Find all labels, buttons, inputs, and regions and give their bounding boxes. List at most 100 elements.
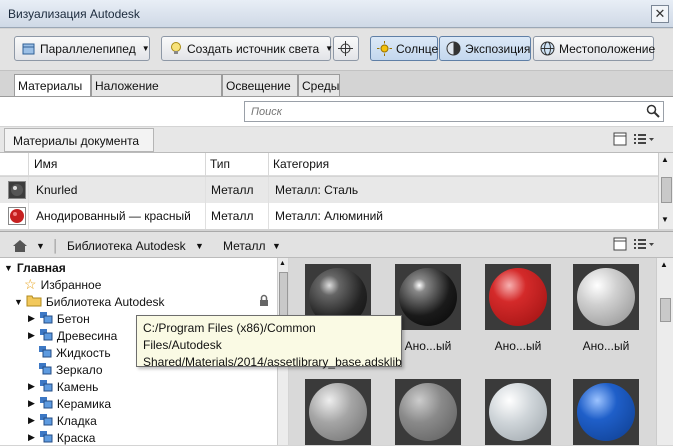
tab-lighting[interactable]: Освещение [222,74,298,97]
tree-item-label: Зеркало [56,362,103,377]
material-thumbnail[interactable] [573,264,639,330]
collapsed-arrow-icon[interactable]: ▶ [28,330,35,341]
breadcrumb-metal[interactable]: Металл [223,236,265,255]
search-input[interactable] [249,102,643,122]
tree-item-paint[interactable]: ▶ Краска [28,429,95,446]
category-icon [39,396,53,412]
scroll-up-icon[interactable]: ▲ [661,155,669,164]
scroll-thumb[interactable] [661,177,672,203]
tree-item-stone[interactable]: ▶ Камень [28,378,98,395]
collapsed-arrow-icon[interactable]: ▶ [28,415,35,426]
tree-item-label: Древесина [56,328,118,343]
tooltip-line: C:/Program Files (x86)/Common Files/Auto… [143,321,316,352]
tree-item-wood[interactable]: ▶ Древесина [28,327,117,344]
category-icon [39,413,53,429]
sun-label: Солнце [396,41,439,56]
tree-item-ceramic[interactable]: ▶ Керамика [28,395,111,412]
row-category: Металл: Алюминий [275,209,383,223]
search-icon[interactable] [646,104,660,121]
collapsed-arrow-icon[interactable]: ▶ [28,313,35,324]
column-category[interactable]: Категория [273,157,329,171]
exposure-label: Экспозиция [465,41,531,56]
chevron-down-icon: ▼ [141,44,150,53]
box-dropdown-button[interactable]: Параллелепипед ▼ [14,36,150,61]
list-view-icon[interactable] [633,237,655,254]
column-type[interactable]: Тип [210,157,230,171]
chevron-down-icon[interactable]: ▼ [195,236,204,255]
create-light-button[interactable]: Создать источник света ▼ [161,36,334,61]
tree-item-favorites[interactable]: ☆ Избранное [24,276,101,293]
breadcrumb-library[interactable]: Библиотека Autodesk [67,236,186,255]
close-button[interactable]: ✕ [651,5,669,23]
location-button[interactable]: Местоположение [533,36,655,61]
sun-toggle-button[interactable]: Солнце [370,36,438,61]
scroll-up-icon[interactable]: ▲ [279,260,286,267]
sphere-preview [309,383,367,441]
scroll-up-icon[interactable]: ▲ [660,260,668,269]
thumbnail-label: Ано...ый [494,339,542,353]
expanded-arrow-icon[interactable]: ▼ [14,297,23,307]
chevron-down-icon: ▼ [325,44,334,53]
tree-root[interactable]: ▼ Главная [4,259,66,276]
material-thumbnail[interactable] [395,264,461,330]
tree-item-label: Библиотека Autodesk [45,294,165,309]
tree-item-liquid[interactable]: Жидкость [38,344,111,361]
material-thumbnail[interactable] [395,379,461,445]
sphere-preview [489,383,547,441]
grid-scrollbar[interactable]: ▲ [656,258,673,445]
tree-item-mirror[interactable]: Зеркало [38,361,103,378]
folder-icon [26,294,42,310]
scroll-thumb[interactable] [660,298,671,322]
tab-environments[interactable]: Среды [298,74,340,97]
home-icon[interactable] [12,236,28,255]
tree-item-label: Кладка [56,413,97,428]
category-icon [38,345,52,361]
table-scrollbar[interactable]: ▲ ▼ [658,153,673,229]
tab-strip: Материалы Наложение материала Освещение … [0,71,673,107]
row-type: Металл [211,183,254,197]
tooltip-line: Shared/Materials/2014/assetlibrary_base.… [143,355,402,369]
table-row[interactable]: Knurled Металл Металл: Сталь [0,177,658,203]
tree-item-label: Бетон [56,311,90,326]
material-thumbnail[interactable] [305,379,371,445]
collapsed-arrow-icon[interactable]: ▶ [28,398,35,409]
library-bar: ▼ │ Библиотека Autodesk ▼ Металл ▼ [0,231,673,258]
list-view-icon[interactable] [633,132,655,149]
sphere-preview [577,268,635,326]
tab-materials[interactable]: Материалы [14,74,91,98]
column-name[interactable]: Имя [34,157,57,171]
row-name: Анодированный — красный [36,209,191,223]
table-row[interactable]: Анодированный — красный Металл Металл: А… [0,203,658,229]
collapsed-arrow-icon[interactable]: ▶ [28,381,35,392]
globe-icon [540,41,555,56]
scroll-down-icon[interactable]: ▼ [661,215,669,224]
tree-item-label: Краска [56,430,96,445]
star-icon: ☆ [24,276,37,292]
panel-view-icon[interactable] [613,132,627,149]
tree-item-label: Избранное [40,277,102,292]
tree-item-masonry[interactable]: ▶ Кладка [28,412,97,429]
panel-view-icon[interactable] [613,237,627,254]
chevron-down-icon[interactable]: ▼ [272,236,281,255]
document-materials-crumb[interactable]: Материалы документа [4,128,155,152]
document-materials-bar: Материалы документа [0,127,673,153]
crosshair-icon [338,41,353,56]
target-button[interactable] [333,36,359,61]
material-thumbnail[interactable] [485,379,551,445]
material-thumbnail[interactable] [485,264,551,330]
tree-item-library[interactable]: ▼ Библиотека Autodesk [14,293,272,310]
tree-item-label: Камень [56,379,99,394]
chevron-down-icon[interactable]: ▼ [36,236,45,255]
material-thumbnail[interactable] [573,379,639,445]
collapsed-arrow-icon[interactable]: ▶ [28,432,35,443]
row-type: Металл [211,209,254,223]
row-name: Knurled [36,183,78,197]
tree-item-concrete[interactable]: ▶ Бетон [28,310,90,327]
title-bar: Визуализация Autodesk [0,0,673,28]
create-light-label: Создать источник света [187,41,320,56]
row-category: Металл: Сталь [275,183,359,197]
expanded-arrow-icon[interactable]: ▼ [4,263,13,273]
search-box[interactable] [244,101,664,122]
exposure-button[interactable]: Экспозиция [439,36,531,61]
tab-material-mapping[interactable]: Наложение материала [91,74,222,107]
